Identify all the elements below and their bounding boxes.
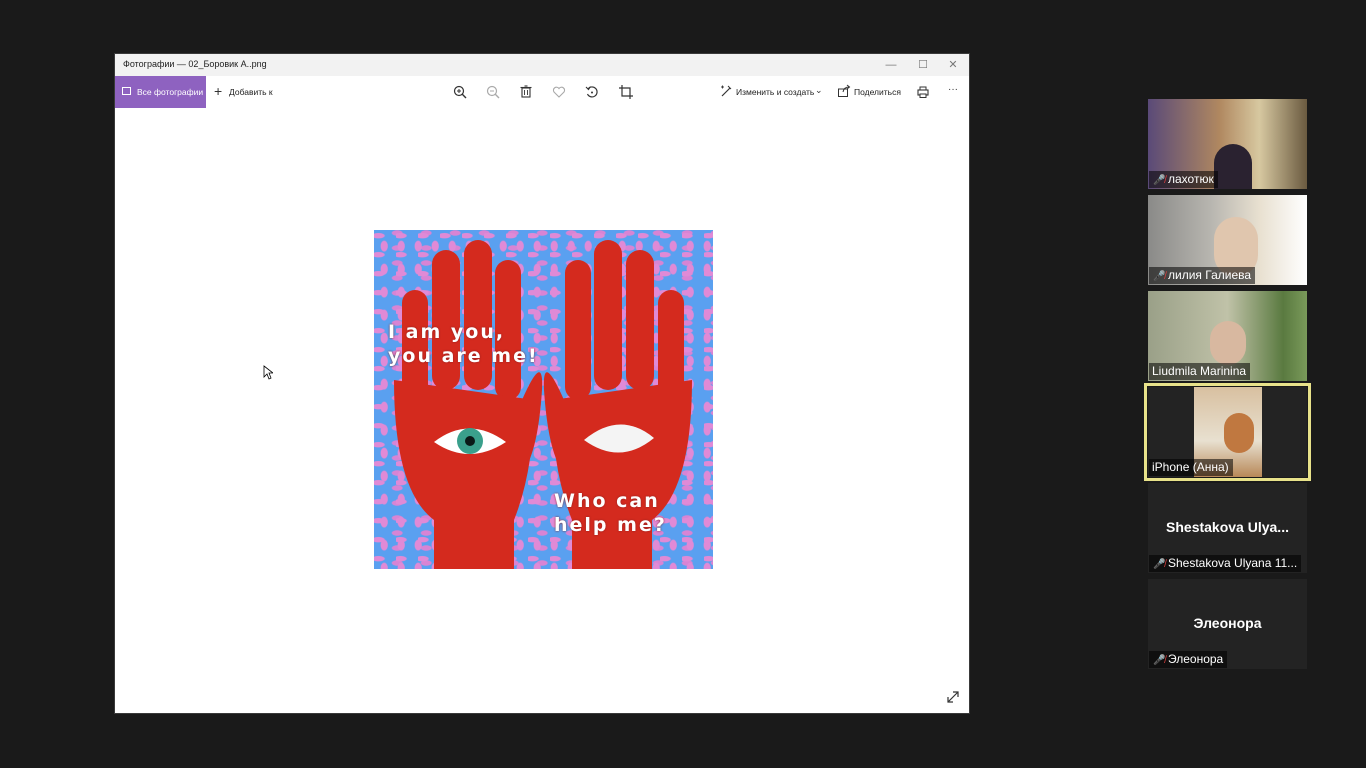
chevron-down-icon: ⌄ bbox=[815, 85, 823, 95]
participant-display-name: Элеонора bbox=[1193, 615, 1262, 631]
participant-tile-active-speaker[interactable]: iPhone (Анна) bbox=[1144, 383, 1311, 481]
zoom-in-icon[interactable] bbox=[451, 83, 469, 101]
toolbar: Все фотографии + Добавить к Изменить и с… bbox=[115, 76, 969, 108]
participant-name-tag: 🎤̸ Shestakova Ulyana 11... bbox=[1149, 555, 1302, 572]
edit-create-label: Изменить и создать bbox=[736, 87, 815, 97]
photos-window: Фотографии — 02_Боровик А..png — ☐ ✕ Все… bbox=[114, 53, 970, 714]
all-photos-button[interactable]: Все фотографии bbox=[115, 76, 206, 108]
participant-tile[interactable]: Элеонора 🎤̸ Элеонора bbox=[1148, 579, 1307, 669]
add-to-label: Добавить к bbox=[229, 87, 273, 97]
poster-text-bottom: Who can help me? bbox=[554, 490, 667, 536]
share-icon bbox=[838, 84, 851, 97]
print-icon[interactable] bbox=[914, 83, 932, 101]
crop-icon[interactable] bbox=[617, 83, 635, 101]
mic-muted-icon: 🎤̸ bbox=[1153, 655, 1166, 666]
poster-image: I am you, you are me! Who can help me? bbox=[374, 230, 713, 569]
participant-name: iPhone (Анна) bbox=[1152, 460, 1229, 474]
participant-video bbox=[1210, 321, 1246, 365]
participant-name: лахотюк bbox=[1168, 172, 1214, 186]
mouse-cursor-icon bbox=[263, 365, 273, 380]
photo-icon bbox=[122, 87, 131, 95]
participant-name-tag: 🎤̸ Элеонора bbox=[1149, 651, 1228, 668]
participant-name-tag: 🎤̸ лахотюк bbox=[1149, 171, 1218, 188]
participant-tile[interactable]: Liudmila Marinina bbox=[1148, 291, 1307, 381]
window-title: Фотографии — 02_Боровик А..png bbox=[123, 59, 267, 69]
participant-name: Liudmila Marinina bbox=[1152, 364, 1247, 378]
title-bar[interactable]: Фотографии — 02_Боровик А..png — ☐ ✕ bbox=[115, 54, 969, 76]
participant-name: Shestakova Ulyana 11... bbox=[1168, 556, 1298, 570]
participant-tile[interactable]: 🎤̸ лилия Галиева bbox=[1148, 195, 1307, 285]
wand-icon bbox=[721, 85, 732, 97]
participant-name-tag: iPhone (Анна) bbox=[1149, 459, 1233, 476]
fullscreen-icon[interactable] bbox=[945, 689, 961, 705]
poster-text-top: I am you, you are me! bbox=[388, 321, 539, 367]
mic-muted-icon: 🎤̸ bbox=[1153, 271, 1166, 282]
maximize-button[interactable]: ☐ bbox=[907, 54, 939, 76]
all-photos-label: Все фотографии bbox=[137, 87, 204, 97]
favorite-heart-icon[interactable] bbox=[550, 83, 568, 101]
participant-tile[interactable]: Shestakova Ulya... 🎤̸ Shestakova Ulyana 1… bbox=[1148, 483, 1307, 573]
zoom-out-icon[interactable] bbox=[484, 83, 502, 101]
share-label: Поделиться bbox=[854, 87, 901, 97]
rotate-icon[interactable] bbox=[583, 83, 601, 101]
participant-video bbox=[1214, 144, 1252, 189]
participant-name: лилия Галиева bbox=[1168, 268, 1252, 282]
plus-icon: + bbox=[214, 83, 223, 99]
more-options-button[interactable]: ··· bbox=[948, 84, 958, 95]
minimize-button[interactable]: — bbox=[875, 54, 907, 76]
mic-muted-icon: 🎤̸ bbox=[1153, 559, 1166, 570]
participant-name-tag: 🎤̸ лилия Галиева bbox=[1149, 267, 1256, 284]
mic-muted-icon: 🎤̸ bbox=[1153, 175, 1166, 186]
participant-display-name: Shestakova Ulya... bbox=[1166, 519, 1289, 535]
participant-tile[interactable]: 🎤̸ лахотюк bbox=[1148, 99, 1307, 189]
participant-name: Элеонора bbox=[1168, 652, 1224, 666]
delete-icon[interactable] bbox=[517, 83, 535, 101]
close-button[interactable]: ✕ bbox=[937, 54, 969, 76]
participant-name-tag: Liudmila Marinina bbox=[1149, 363, 1251, 380]
